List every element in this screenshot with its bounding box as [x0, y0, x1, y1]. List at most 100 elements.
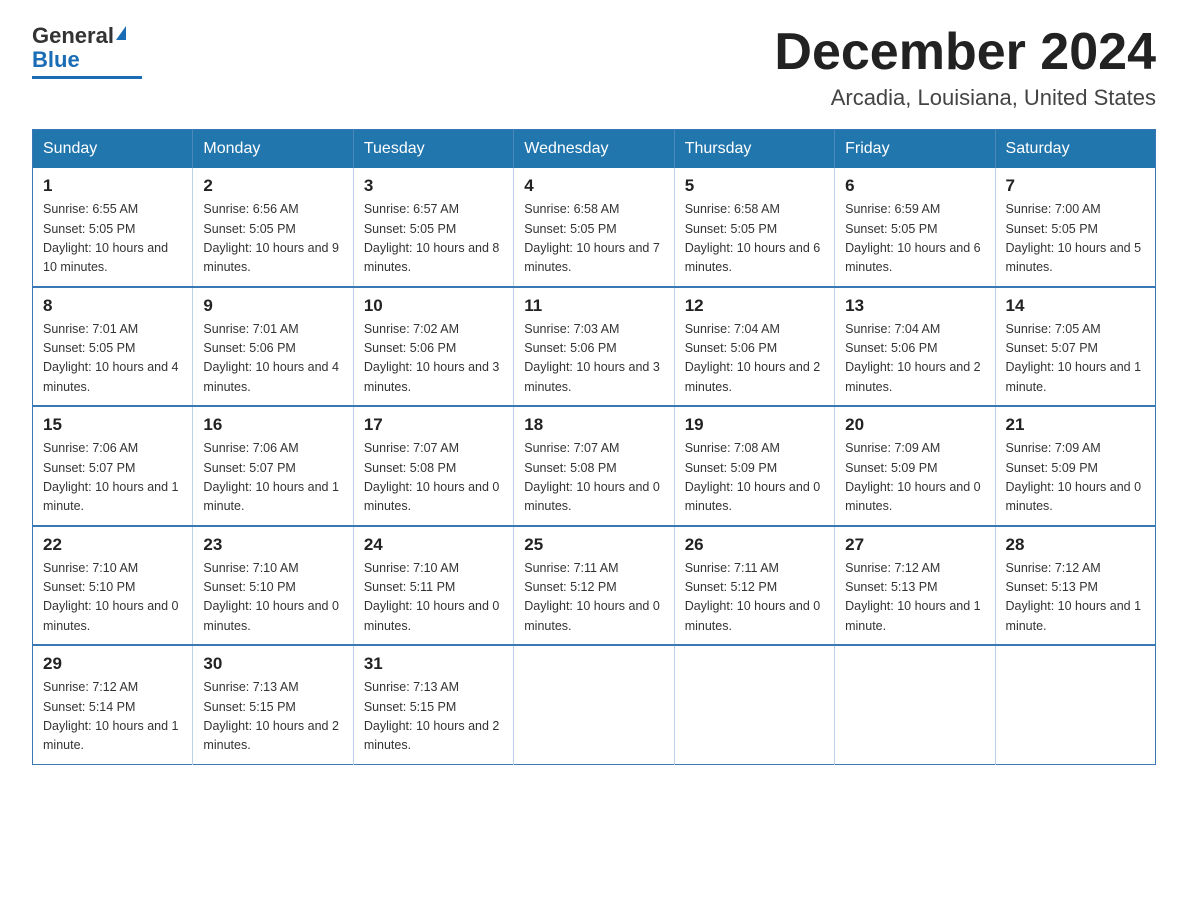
- header-tuesday: Tuesday: [353, 130, 513, 169]
- header-friday: Friday: [835, 130, 995, 169]
- day-number: 31: [364, 654, 503, 674]
- day-info: Sunrise: 6:57 AMSunset: 5:05 PMDaylight:…: [364, 202, 500, 274]
- day-info: Sunrise: 7:04 AMSunset: 5:06 PMDaylight:…: [685, 322, 821, 394]
- title-area: December 2024 Arcadia, Louisiana, United…: [774, 24, 1156, 111]
- day-number: 14: [1006, 296, 1145, 316]
- table-row: 30 Sunrise: 7:13 AMSunset: 5:15 PMDaylig…: [193, 645, 353, 764]
- day-info: Sunrise: 7:07 AMSunset: 5:08 PMDaylight:…: [524, 441, 660, 513]
- day-info: Sunrise: 7:11 AMSunset: 5:12 PMDaylight:…: [685, 561, 821, 633]
- table-row: 6 Sunrise: 6:59 AMSunset: 5:05 PMDayligh…: [835, 168, 995, 287]
- day-number: 18: [524, 415, 663, 435]
- table-row: [995, 645, 1155, 764]
- day-number: 1: [43, 176, 182, 196]
- day-number: 26: [685, 535, 824, 555]
- day-number: 19: [685, 415, 824, 435]
- weekday-header-row: Sunday Monday Tuesday Wednesday Thursday…: [33, 130, 1156, 169]
- logo: General Blue: [32, 24, 142, 79]
- day-number: 27: [845, 535, 984, 555]
- day-info: Sunrise: 7:06 AMSunset: 5:07 PMDaylight:…: [203, 441, 339, 513]
- calendar-week-row: 29 Sunrise: 7:12 AMSunset: 5:14 PMDaylig…: [33, 645, 1156, 764]
- table-row: 9 Sunrise: 7:01 AMSunset: 5:06 PMDayligh…: [193, 287, 353, 407]
- table-row: 8 Sunrise: 7:01 AMSunset: 5:05 PMDayligh…: [33, 287, 193, 407]
- day-number: 4: [524, 176, 663, 196]
- header-monday: Monday: [193, 130, 353, 169]
- day-info: Sunrise: 7:13 AMSunset: 5:15 PMDaylight:…: [364, 680, 500, 752]
- day-number: 10: [364, 296, 503, 316]
- calendar-week-row: 22 Sunrise: 7:10 AMSunset: 5:10 PMDaylig…: [33, 526, 1156, 646]
- calendar-week-row: 15 Sunrise: 7:06 AMSunset: 5:07 PMDaylig…: [33, 406, 1156, 526]
- day-info: Sunrise: 6:58 AMSunset: 5:05 PMDaylight:…: [524, 202, 660, 274]
- table-row: 29 Sunrise: 7:12 AMSunset: 5:14 PMDaylig…: [33, 645, 193, 764]
- day-number: 7: [1006, 176, 1145, 196]
- header-wednesday: Wednesday: [514, 130, 674, 169]
- day-number: 3: [364, 176, 503, 196]
- table-row: 24 Sunrise: 7:10 AMSunset: 5:11 PMDaylig…: [353, 526, 513, 646]
- day-number: 24: [364, 535, 503, 555]
- calendar-table: Sunday Monday Tuesday Wednesday Thursday…: [32, 129, 1156, 765]
- table-row: 14 Sunrise: 7:05 AMSunset: 5:07 PMDaylig…: [995, 287, 1155, 407]
- table-row: 5 Sunrise: 6:58 AMSunset: 5:05 PMDayligh…: [674, 168, 834, 287]
- table-row: 21 Sunrise: 7:09 AMSunset: 5:09 PMDaylig…: [995, 406, 1155, 526]
- day-number: 23: [203, 535, 342, 555]
- table-row: 31 Sunrise: 7:13 AMSunset: 5:15 PMDaylig…: [353, 645, 513, 764]
- day-info: Sunrise: 7:11 AMSunset: 5:12 PMDaylight:…: [524, 561, 660, 633]
- logo-triangle-icon: [116, 26, 126, 40]
- day-number: 17: [364, 415, 503, 435]
- table-row: 26 Sunrise: 7:11 AMSunset: 5:12 PMDaylig…: [674, 526, 834, 646]
- table-row: 23 Sunrise: 7:10 AMSunset: 5:10 PMDaylig…: [193, 526, 353, 646]
- calendar-week-row: 1 Sunrise: 6:55 AMSunset: 5:05 PMDayligh…: [33, 168, 1156, 287]
- day-info: Sunrise: 6:56 AMSunset: 5:05 PMDaylight:…: [203, 202, 339, 274]
- table-row: 27 Sunrise: 7:12 AMSunset: 5:13 PMDaylig…: [835, 526, 995, 646]
- table-row: 11 Sunrise: 7:03 AMSunset: 5:06 PMDaylig…: [514, 287, 674, 407]
- day-info: Sunrise: 6:59 AMSunset: 5:05 PMDaylight:…: [845, 202, 981, 274]
- day-info: Sunrise: 7:07 AMSunset: 5:08 PMDaylight:…: [364, 441, 500, 513]
- table-row: 10 Sunrise: 7:02 AMSunset: 5:06 PMDaylig…: [353, 287, 513, 407]
- day-number: 28: [1006, 535, 1145, 555]
- day-info: Sunrise: 7:09 AMSunset: 5:09 PMDaylight:…: [845, 441, 981, 513]
- table-row: 1 Sunrise: 6:55 AMSunset: 5:05 PMDayligh…: [33, 168, 193, 287]
- table-row: 19 Sunrise: 7:08 AMSunset: 5:09 PMDaylig…: [674, 406, 834, 526]
- day-info: Sunrise: 7:02 AMSunset: 5:06 PMDaylight:…: [364, 322, 500, 394]
- day-number: 2: [203, 176, 342, 196]
- header-sunday: Sunday: [33, 130, 193, 169]
- day-info: Sunrise: 7:05 AMSunset: 5:07 PMDaylight:…: [1006, 322, 1142, 394]
- day-info: Sunrise: 7:09 AMSunset: 5:09 PMDaylight:…: [1006, 441, 1142, 513]
- day-info: Sunrise: 7:10 AMSunset: 5:10 PMDaylight:…: [43, 561, 179, 633]
- day-number: 20: [845, 415, 984, 435]
- table-row: 4 Sunrise: 6:58 AMSunset: 5:05 PMDayligh…: [514, 168, 674, 287]
- day-number: 30: [203, 654, 342, 674]
- table-row: 17 Sunrise: 7:07 AMSunset: 5:08 PMDaylig…: [353, 406, 513, 526]
- day-info: Sunrise: 7:00 AMSunset: 5:05 PMDaylight:…: [1006, 202, 1142, 274]
- logo-underline: [32, 76, 142, 79]
- table-row: 3 Sunrise: 6:57 AMSunset: 5:05 PMDayligh…: [353, 168, 513, 287]
- table-row: 16 Sunrise: 7:06 AMSunset: 5:07 PMDaylig…: [193, 406, 353, 526]
- day-info: Sunrise: 7:10 AMSunset: 5:10 PMDaylight:…: [203, 561, 339, 633]
- day-info: Sunrise: 7:12 AMSunset: 5:13 PMDaylight:…: [1006, 561, 1142, 633]
- day-info: Sunrise: 7:04 AMSunset: 5:06 PMDaylight:…: [845, 322, 981, 394]
- day-number: 5: [685, 176, 824, 196]
- calendar-week-row: 8 Sunrise: 7:01 AMSunset: 5:05 PMDayligh…: [33, 287, 1156, 407]
- day-info: Sunrise: 7:12 AMSunset: 5:14 PMDaylight:…: [43, 680, 179, 752]
- day-number: 12: [685, 296, 824, 316]
- table-row: 15 Sunrise: 7:06 AMSunset: 5:07 PMDaylig…: [33, 406, 193, 526]
- day-info: Sunrise: 7:06 AMSunset: 5:07 PMDaylight:…: [43, 441, 179, 513]
- table-row: 25 Sunrise: 7:11 AMSunset: 5:12 PMDaylig…: [514, 526, 674, 646]
- logo-general: General: [32, 24, 114, 48]
- day-number: 11: [524, 296, 663, 316]
- day-number: 9: [203, 296, 342, 316]
- table-row: [674, 645, 834, 764]
- day-info: Sunrise: 7:01 AMSunset: 5:06 PMDaylight:…: [203, 322, 339, 394]
- day-info: Sunrise: 7:03 AMSunset: 5:06 PMDaylight:…: [524, 322, 660, 394]
- table-row: [835, 645, 995, 764]
- day-number: 8: [43, 296, 182, 316]
- day-info: Sunrise: 6:55 AMSunset: 5:05 PMDaylight:…: [43, 202, 168, 274]
- table-row: 18 Sunrise: 7:07 AMSunset: 5:08 PMDaylig…: [514, 406, 674, 526]
- table-row: 20 Sunrise: 7:09 AMSunset: 5:09 PMDaylig…: [835, 406, 995, 526]
- day-number: 13: [845, 296, 984, 316]
- day-info: Sunrise: 6:58 AMSunset: 5:05 PMDaylight:…: [685, 202, 821, 274]
- day-info: Sunrise: 7:13 AMSunset: 5:15 PMDaylight:…: [203, 680, 339, 752]
- table-row: 28 Sunrise: 7:12 AMSunset: 5:13 PMDaylig…: [995, 526, 1155, 646]
- table-row: 22 Sunrise: 7:10 AMSunset: 5:10 PMDaylig…: [33, 526, 193, 646]
- table-row: 7 Sunrise: 7:00 AMSunset: 5:05 PMDayligh…: [995, 168, 1155, 287]
- day-number: 15: [43, 415, 182, 435]
